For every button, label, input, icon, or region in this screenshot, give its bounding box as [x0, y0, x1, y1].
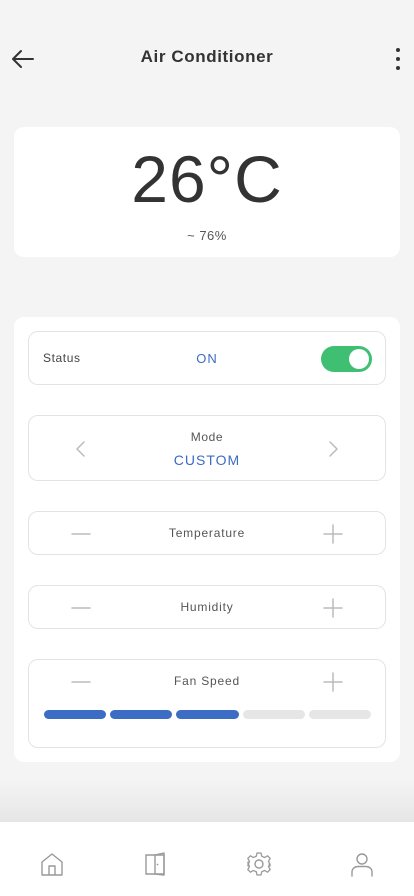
temperature-increase-button[interactable] [323, 524, 343, 544]
home-icon [41, 853, 63, 876]
page-title: Air Conditioner [140, 47, 274, 66]
fan-speed-increase-button[interactable] [323, 672, 343, 692]
header: Air Conditioner [0, 0, 414, 116]
more-button[interactable] [386, 42, 410, 74]
humidity-increase-button[interactable] [323, 598, 343, 618]
bottom-nav [0, 822, 414, 896]
fan-speed-segment [176, 710, 239, 719]
nav-shadow [0, 780, 414, 822]
humidity-row: Humidity [28, 585, 386, 629]
fan-speed-segment [44, 710, 107, 719]
nav-settings[interactable] [229, 836, 289, 892]
plus-icon [323, 524, 343, 544]
power-toggle[interactable] [321, 346, 372, 372]
fan-speed-indicator [44, 710, 372, 719]
mode-next-button[interactable] [325, 440, 341, 458]
fan-speed-row: Fan Speed [28, 659, 386, 748]
reading-card: 26°C ~ 76% [14, 127, 400, 257]
fan-speed-segment [308, 710, 372, 719]
mode-row: Mode CUSTOM [28, 415, 386, 481]
nav-rooms[interactable] [125, 836, 185, 892]
nav-profile[interactable] [332, 836, 392, 892]
toggle-knob [349, 349, 369, 369]
fan-speed-segment [242, 710, 305, 719]
more-vertical-icon [396, 48, 400, 70]
fan-speed-segment [110, 710, 173, 719]
current-humidity: ~ 76% [187, 228, 227, 243]
plus-icon [323, 598, 343, 618]
temperature-row: Temperature [28, 511, 386, 555]
gear-icon [246, 852, 271, 876]
plus-icon [323, 672, 343, 692]
nav-home[interactable] [22, 836, 82, 892]
user-icon [351, 853, 373, 877]
door-icon [145, 852, 165, 876]
status-row: Status ON [28, 331, 386, 385]
current-temperature: 26°C [131, 142, 283, 216]
chevron-right-icon [329, 441, 338, 457]
controls-card: Status ON Mode CUSTOM Temperature Humidi… [14, 317, 400, 762]
